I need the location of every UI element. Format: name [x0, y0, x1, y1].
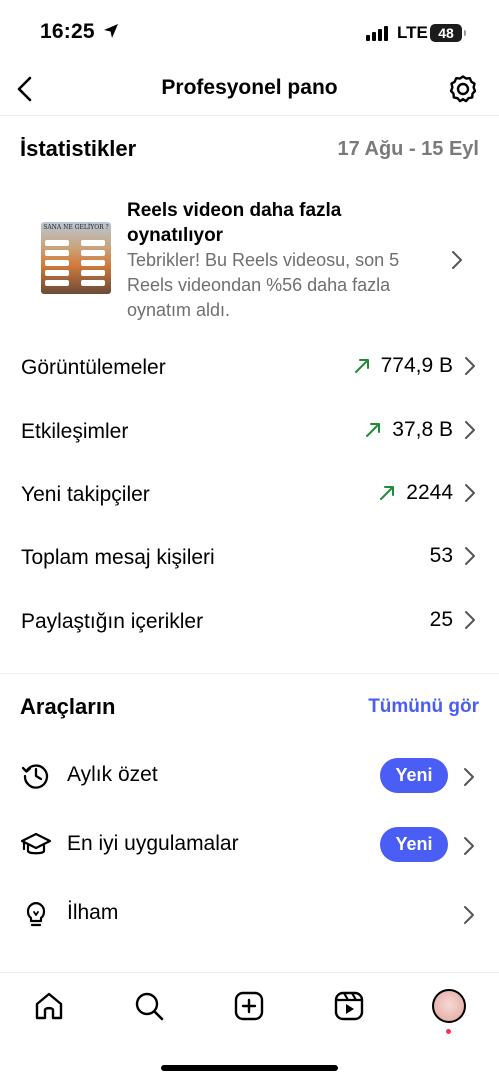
chevron-right-icon: [464, 837, 474, 855]
chevron-right-icon: [464, 906, 474, 924]
stat-row-message-contacts[interactable]: Toplam mesaj kişileri 53: [0, 528, 499, 588]
status-bar: 16:25 LTE 48: [0, 0, 499, 64]
network-type: LTE: [397, 23, 428, 42]
trend-up-icon: [354, 359, 369, 373]
stat-value: 2244: [406, 481, 453, 504]
bottom-nav: [0, 972, 499, 1080]
tool-label: İlham: [67, 901, 119, 924]
new-badge: Yeni: [380, 827, 448, 862]
signal-icon: [366, 26, 388, 41]
new-badge: Yeni: [380, 758, 448, 793]
reels-card-description: Tebrikler! Bu Reels videosu, son 5 Reels…: [127, 250, 400, 320]
trend-up-icon: [380, 486, 395, 500]
stat-row-interactions[interactable]: Etkileşimler 37,8 B: [0, 402, 499, 462]
settings-gear-icon[interactable]: [447, 73, 479, 105]
reels-insight-card[interactable]: SANA NE GELİYOR ? Reels videon daha fazl…: [0, 196, 462, 326]
chevron-right-icon: [465, 547, 475, 565]
section-divider: [0, 673, 499, 674]
status-time: 16:25: [40, 20, 95, 43]
tool-row-best-practices[interactable]: En iyi uygulamalar Yeni: [0, 815, 499, 875]
stat-value: 25: [429, 608, 453, 631]
reels-thumbnail: SANA NE GELİYOR ?: [41, 222, 111, 294]
trend-up-icon: [366, 423, 381, 437]
tool-label: Aylık özet: [67, 763, 158, 786]
chevron-right-icon: [464, 768, 474, 786]
chevron-right-icon: [465, 611, 475, 629]
history-icon: [21, 764, 49, 789]
create-icon[interactable]: [232, 989, 266, 1023]
stat-label: Paylaştığın içerikler: [21, 610, 204, 633]
battery-icon: 48: [430, 24, 466, 42]
stats-title: İstatistikler: [20, 136, 137, 161]
reels-icon[interactable]: [332, 989, 366, 1023]
lightbulb-icon: [26, 902, 46, 927]
stats-header: İstatistikler 17 Ağu - 15 Eyl: [20, 136, 479, 162]
tool-row-monthly-summary[interactable]: Aylık özet Yeni: [0, 746, 499, 806]
graduation-cap-icon: [20, 832, 52, 855]
stat-row-shared-content[interactable]: Paylaştığın içerikler 25: [0, 592, 499, 652]
stat-label: Yeni takipçiler: [21, 483, 150, 506]
see-all-link[interactable]: Tümünü gör: [368, 696, 479, 718]
stat-label: Etkileşimler: [21, 420, 129, 443]
chevron-right-icon: [465, 421, 475, 439]
chevron-right-icon: [465, 357, 475, 375]
stat-value: 53: [429, 544, 453, 567]
screen: 16:25 LTE 48 Profesyonel pano İstatistik…: [0, 0, 499, 1080]
stat-row-views[interactable]: Görüntülemeler 774,9 B: [0, 338, 499, 398]
thumbnail-caption: SANA NE GELİYOR ?: [43, 224, 109, 231]
date-range[interactable]: 17 Ağu - 15 Eyl: [337, 138, 479, 161]
home-indicator: [161, 1065, 338, 1071]
page-title: Profesyonel pano: [161, 76, 338, 99]
stat-value: 37,8 B: [392, 418, 453, 441]
tools-title: Araçların: [20, 694, 116, 719]
location-arrow-icon: [104, 24, 118, 38]
tools-header: Araçların Tümünü gör: [20, 694, 479, 720]
stat-label: Toplam mesaj kişileri: [21, 546, 215, 569]
header: Profesyonel pano: [0, 64, 499, 116]
tool-row-inspiration[interactable]: İlham: [0, 884, 499, 944]
notification-dot: [446, 1029, 451, 1034]
tool-label: En iyi uygulamalar: [67, 832, 239, 855]
home-icon[interactable]: [32, 989, 66, 1023]
chevron-right-icon: [465, 484, 475, 502]
profile-avatar[interactable]: [432, 989, 466, 1023]
stat-label: Görüntülemeler: [21, 356, 166, 379]
reels-card-title: Reels videon daha fazla oynatılıyor: [127, 200, 342, 246]
chevron-right-icon: [452, 251, 462, 269]
stat-value: 774,9 B: [380, 354, 453, 377]
stat-row-new-followers[interactable]: Yeni takipçiler 2244: [0, 465, 499, 525]
search-icon[interactable]: [132, 989, 166, 1023]
